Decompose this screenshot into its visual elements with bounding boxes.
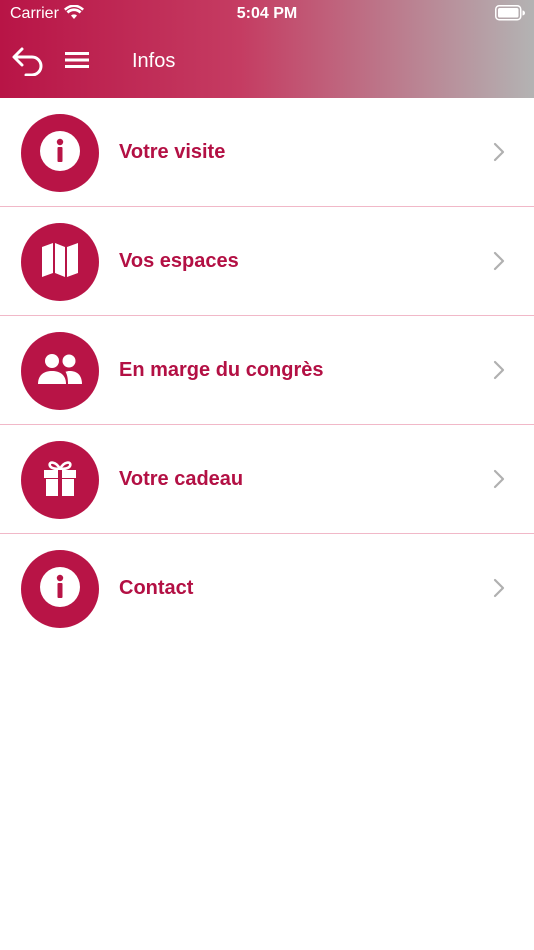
chevron-right-icon [492, 469, 506, 494]
info-icon [38, 129, 82, 178]
clock: 5:04 PM [236, 5, 298, 22]
info-icon [38, 565, 82, 614]
list-item-vos-espaces[interactable]: Vos espaces [0, 207, 534, 316]
menu-button[interactable] [60, 45, 94, 79]
battery-icon [495, 5, 525, 26]
page-title: Infos [132, 50, 176, 72]
map-icon [40, 241, 80, 284]
list-item-contact[interactable]: Contact [0, 534, 534, 644]
back-button[interactable] [8, 42, 48, 82]
people-icon [36, 352, 84, 391]
item-label: Votre visite [119, 141, 226, 163]
item-icon-badge [21, 223, 99, 301]
item-label: En marge du congrès [119, 359, 324, 381]
item-label: Votre cadeau [119, 468, 244, 490]
info-menu-list: Votre visite Vos espaces En marge du con… [0, 98, 534, 644]
chevron-right-icon [492, 578, 506, 603]
hamburger-menu-icon [64, 50, 90, 75]
chevron-right-icon [492, 251, 506, 276]
app-header: Carrier 5:04 PM Infos [0, 0, 534, 98]
list-item-votre-cadeau[interactable]: Votre cadeau [0, 425, 534, 534]
item-label: Contact [119, 577, 194, 599]
item-icon-badge [21, 550, 99, 628]
chevron-right-icon [492, 142, 506, 167]
item-icon-badge [21, 114, 99, 192]
status-bar: Carrier 5:04 PM [0, 0, 534, 28]
gift-icon [42, 459, 78, 502]
item-icon-badge [21, 332, 99, 410]
item-label: Vos espaces [119, 250, 239, 272]
undo-arrow-icon [10, 44, 46, 81]
chevron-right-icon [492, 360, 506, 385]
nav-bar: Infos [0, 28, 534, 98]
list-item-en-marge-du-congres[interactable]: En marge du congrès [0, 316, 534, 425]
list-item-votre-visite[interactable]: Votre visite [0, 98, 534, 207]
item-icon-badge [21, 441, 99, 519]
